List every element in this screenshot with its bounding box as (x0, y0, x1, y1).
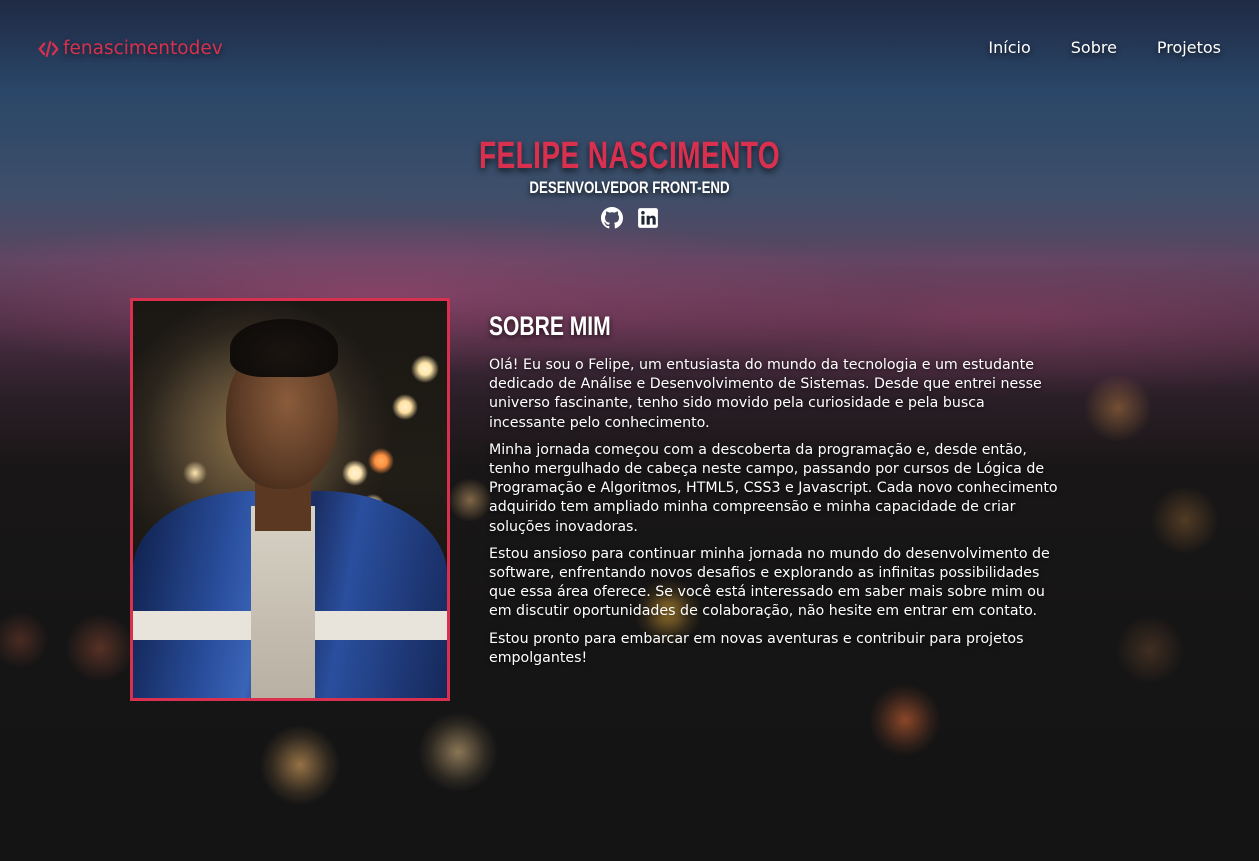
code-icon (38, 40, 59, 57)
nav-link-inicio[interactable]: Início (988, 38, 1030, 57)
logo-link[interactable]: fenascimentodev (38, 38, 223, 59)
logo-text: fenascimentodev (63, 38, 223, 59)
github-icon (600, 207, 623, 229)
hero-name: FELIPE NASCIMENTO (478, 135, 781, 177)
hero-role: DESENVOLVEDOR FRONT-END (529, 178, 730, 197)
photo-hair-shape (230, 319, 338, 377)
social-links (0, 207, 1259, 229)
profile-photo (130, 298, 450, 701)
github-link[interactable] (600, 207, 623, 229)
photo-shirt-shape (251, 506, 315, 698)
linkedin-link[interactable] (637, 207, 659, 229)
about-section: SOBRE MIM Olá! Eu sou o Felipe, um entus… (489, 306, 1059, 676)
hero-section: FELIPE NASCIMENTO DESENVOLVEDOR FRONT-EN… (0, 130, 1259, 229)
linkedin-icon (637, 208, 658, 228)
main-nav: Início Sobre Projetos (988, 38, 1221, 57)
about-title: SOBRE MIM (489, 311, 611, 341)
site-header: fenascimentodev Início Sobre Projetos (0, 0, 1259, 100)
nav-link-sobre[interactable]: Sobre (1071, 38, 1117, 57)
about-paragraph: Minha jornada começou com a descoberta d… (489, 441, 1058, 535)
nav-link-projetos[interactable]: Projetos (1157, 38, 1221, 57)
about-paragraph: Olá! Eu sou o Felipe, um entusiasta do m… (489, 357, 1042, 431)
about-paragraph: Estou pronto para embarcar em novas aven… (489, 630, 1024, 666)
about-paragraph: Estou ansioso para continuar minha jorna… (489, 545, 1050, 620)
